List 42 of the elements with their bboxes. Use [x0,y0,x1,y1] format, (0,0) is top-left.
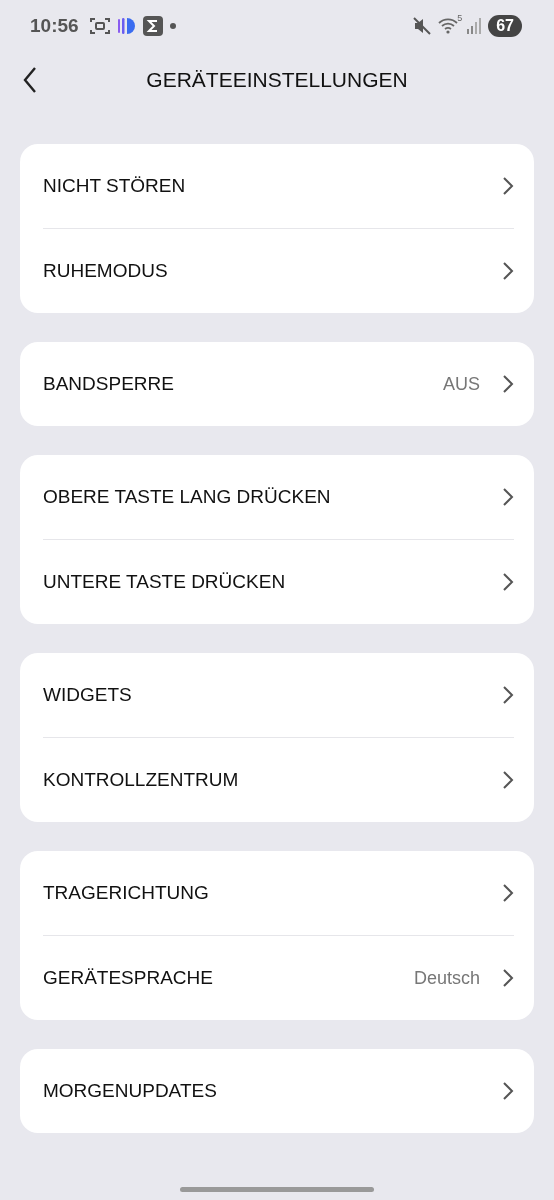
chevron-right-icon [502,968,514,988]
chevron-right-icon [502,374,514,394]
chevron-right-icon [502,261,514,281]
chevron-right-icon [502,685,514,705]
signal-icon [466,17,483,35]
settings-row[interactable]: NICHT STÖREN [43,144,514,228]
setting-value: AUS [443,373,480,395]
setting-label: TRAGERICHTUNG [43,882,210,904]
setting-label: KONTROLLZENTRUM [43,769,240,791]
settings-row[interactable]: OBERE TASTE LANG DRÜCKEN [43,455,514,539]
setting-label: WIDGETS [43,684,133,706]
chevron-right-icon [502,1081,514,1101]
chevron-right-icon [502,770,514,790]
setting-label: OBERE TASTE LANG DRÜCKEN [43,486,332,508]
settings-row[interactable]: BANDSPERRE AUS [43,342,514,426]
page-title: GERÄTEEINSTELLUNGEN [146,68,408,92]
app-logo-icon [116,16,137,36]
settings-row[interactable]: RUHEMODUS [43,229,514,313]
settings-row[interactable]: GERÄTESPRACHE Deutsch [43,936,514,1020]
setting-label: NICHT STÖREN [43,175,187,197]
screenshot-icon [88,16,111,36]
setting-label: RUHEMODUS [43,260,169,282]
battery-indicator: 67 [488,15,522,37]
sigma-icon [142,16,163,36]
settings-row[interactable]: TRAGERICHTUNG [43,851,514,935]
setting-label: MORGENUPDATES [43,1080,218,1102]
settings-row[interactable]: UNTERE TASTE DRÜCKEN [43,540,514,624]
chevron-right-icon [502,176,514,196]
setting-label: UNTERE TASTE DRÜCKEN [43,571,287,593]
chevron-right-icon [502,883,514,903]
setting-value: Deutsch [413,967,480,989]
setting-label: BANDSPERRE [43,373,175,395]
settings-row[interactable]: KONTROLLZENTRUM [43,738,514,822]
chevron-right-icon [502,572,514,592]
notification-dot-icon [168,22,177,30]
mute-icon [412,16,433,36]
settings-row[interactable]: MORGENUPDATES [43,1049,514,1133]
chevron-right-icon [502,487,514,507]
setting-label: GERÄTESPRACHE [43,967,214,989]
back-icon[interactable] [22,66,38,94]
settings-row[interactable]: WIDGETS [43,653,514,737]
status-time: 10:56 [30,15,79,37]
